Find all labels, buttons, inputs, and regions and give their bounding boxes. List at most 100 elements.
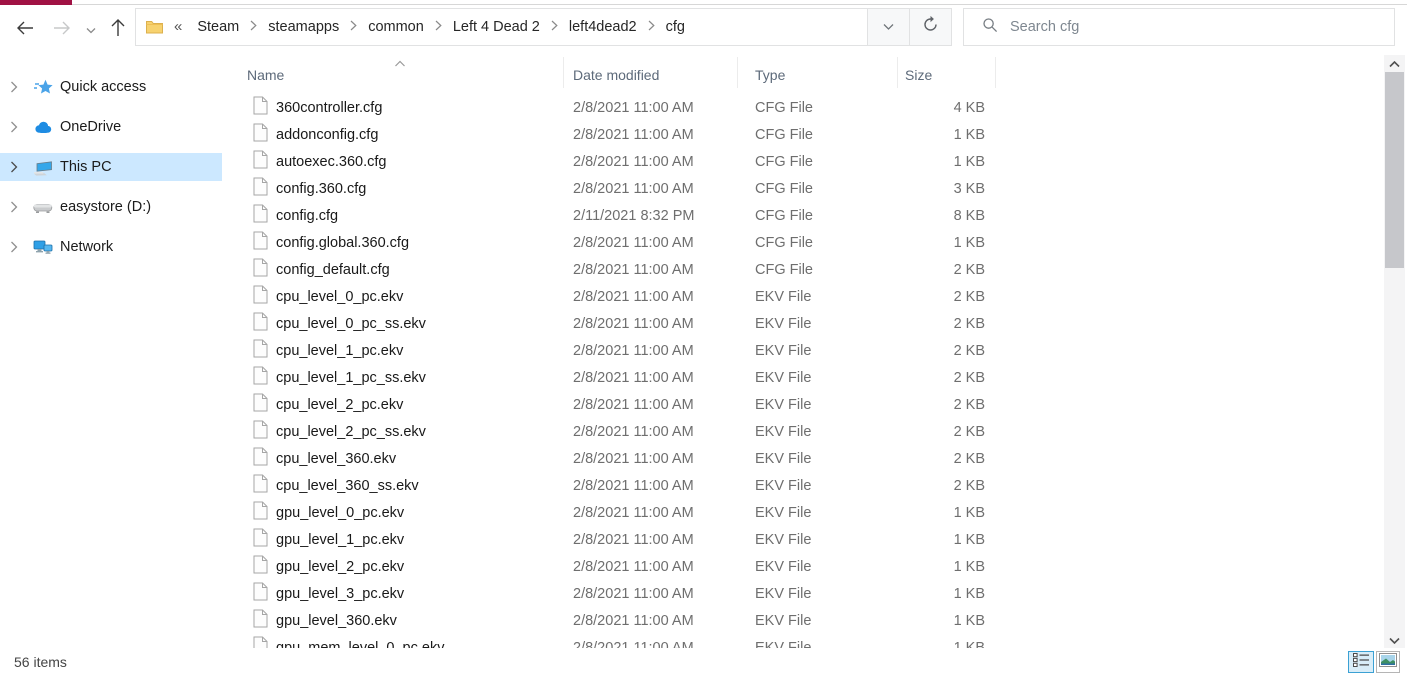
file-row[interactable]: gpu_level_3_pc.ekv 2/8/2021 11:00 AM EKV F…: [230, 580, 1383, 607]
file-name-cell: config_default.cfg: [253, 258, 390, 281]
sidebar-item-quick-access[interactable]: Quick access: [0, 73, 222, 101]
file-row[interactable]: config.360.cfg 2/8/2021 11:00 AM CFG File 3…: [230, 175, 1383, 202]
file-row[interactable]: gpu_level_360.ekv 2/8/2021 11:00 AM EKV Fi…: [230, 607, 1383, 634]
file-name-cell: cpu_level_0_pc.ekv: [253, 285, 403, 308]
file-row[interactable]: cpu_level_2_pc.ekv 2/8/2021 11:00 AM EKV F…: [230, 391, 1383, 418]
column-header-type[interactable]: Type: [737, 55, 897, 94]
expand-chevron-icon[interactable]: [10, 241, 22, 253]
column-header-label: Size: [905, 66, 933, 83]
file-size: 4 KB: [953, 99, 985, 116]
expand-chevron-icon[interactable]: [10, 161, 22, 173]
details-view-button[interactable]: [1348, 651, 1374, 673]
chevron-up-icon: [1389, 55, 1400, 73]
sidebar-item-network[interactable]: Network: [0, 233, 222, 261]
search-icon: [982, 17, 998, 38]
file-row[interactable]: cpu_level_2_pc_ss.ekv 2/8/2021 11:00 AM EK…: [230, 418, 1383, 445]
file-rows: 360controller.cfg 2/8/2021 11:00 AM CFG Fi…: [230, 94, 1383, 648]
address-bar[interactable]: «Steam steamapps common Left 4 Dead 2 left4d…: [135, 8, 868, 46]
file-date-modified: 2/11/2021 8:32 PM: [573, 207, 695, 224]
file-size: 1 KB: [953, 531, 985, 548]
file-row[interactable]: gpu_level_1_pc.ekv 2/8/2021 11:00 AM EKV F…: [230, 526, 1383, 553]
file-type: CFG File: [755, 99, 813, 116]
breadcrumb-separator: [549, 18, 560, 36]
file-size: 2 KB: [953, 261, 985, 278]
chevron-down-icon: [883, 18, 894, 36]
file-icon: [253, 555, 268, 578]
breadcrumb-segment[interactable]: Steam: [188, 9, 248, 45]
breadcrumb-segment[interactable]: Left 4 Dead 2: [444, 9, 549, 45]
file-name-cell: gpu_level_360.ekv: [253, 609, 397, 632]
file-row[interactable]: cpu_level_360_ss.ekv 2/8/2021 11:00 AM EKV…: [230, 472, 1383, 499]
search-input[interactable]: [1010, 19, 1370, 35]
file-row[interactable]: addonconfig.cfg 2/8/2021 11:00 AM CFG File…: [230, 121, 1383, 148]
file-row[interactable]: cpu_level_0_pc_ss.ekv 2/8/2021 11:00 AM EK…: [230, 310, 1383, 337]
breadcrumb-segment[interactable]: cfg: [657, 9, 694, 45]
file-date-modified: 2/8/2021 11:00 AM: [573, 369, 694, 386]
column-header-date-modified[interactable]: Date modified: [563, 55, 737, 94]
file-row[interactable]: 360controller.cfg 2/8/2021 11:00 AM CFG Fi…: [230, 94, 1383, 121]
scroll-up-button[interactable]: [1384, 55, 1405, 72]
file-name: gpu_level_3_pc.ekv: [276, 585, 405, 602]
thumbnail-view-icon: [1379, 652, 1397, 672]
vertical-scrollbar[interactable]: [1384, 55, 1405, 648]
breadcrumb-segment[interactable]: common: [359, 9, 433, 45]
file-size: 3 KB: [953, 180, 985, 197]
file-row[interactable]: cpu_level_360.ekv 2/8/2021 11:00 AM EKV Fi…: [230, 445, 1383, 472]
file-type: EKV File: [755, 477, 812, 494]
expand-chevron-icon[interactable]: [10, 121, 22, 133]
file-name: addonconfig.cfg: [276, 126, 379, 143]
file-date-modified: 2/8/2021 11:00 AM: [573, 396, 694, 413]
details-view-icon: [1352, 652, 1370, 672]
breadcrumb-segment[interactable]: left4dead2: [560, 9, 646, 45]
file-type: CFG File: [755, 126, 813, 143]
sidebar-item-label: Quick access: [60, 79, 147, 95]
file-date-modified: 2/8/2021 11:00 AM: [573, 315, 694, 332]
chevron-right-icon: [350, 18, 357, 36]
column-header-size[interactable]: Size: [897, 55, 995, 94]
file-name-cell: config.cfg: [253, 204, 338, 227]
forward-button[interactable]: [47, 15, 77, 45]
breadcrumb-collapse-indicator[interactable]: «: [164, 18, 188, 37]
file-type: EKV File: [755, 639, 812, 649]
sidebar-item-this-pc[interactable]: This PC: [0, 153, 222, 181]
scrollbar-thumb[interactable]: [1385, 72, 1404, 268]
file-type: EKV File: [755, 315, 812, 332]
address-dropdown-button[interactable]: [867, 8, 910, 46]
file-type: EKV File: [755, 585, 812, 602]
file-row[interactable]: config.cfg 2/11/2021 8:32 PM CFG File 8 KB: [230, 202, 1383, 229]
file-date-modified: 2/8/2021 11:00 AM: [573, 423, 694, 440]
file-row[interactable]: gpu_mem_level_0_pc.ekv 2/8/2021 11:00 AM E…: [230, 634, 1383, 648]
file-name-cell: cpu_level_0_pc_ss.ekv: [253, 312, 426, 335]
expand-chevron-icon[interactable]: [10, 201, 22, 213]
expand-chevron-icon[interactable]: [10, 81, 22, 93]
folder-icon: [144, 18, 164, 36]
file-row[interactable]: cpu_level_0_pc.ekv 2/8/2021 11:00 AM EKV F…: [230, 283, 1383, 310]
file-type: CFG File: [755, 153, 813, 170]
search-box[interactable]: [963, 8, 1395, 46]
file-icon: [253, 366, 268, 389]
file-row[interactable]: gpu_level_0_pc.ekv 2/8/2021 11:00 AM EKV F…: [230, 499, 1383, 526]
file-row[interactable]: config_default.cfg 2/8/2021 11:00 AM CFG F…: [230, 256, 1383, 283]
up-button[interactable]: [103, 15, 133, 45]
breadcrumb-separator: [646, 18, 657, 36]
file-icon: [253, 96, 268, 119]
file-row[interactable]: autoexec.360.cfg 2/8/2021 11:00 AM CFG Fil…: [230, 148, 1383, 175]
file-row[interactable]: config.global.360.cfg 2/8/2021 11:00 AM CF…: [230, 229, 1383, 256]
column-divider[interactable]: [995, 57, 996, 88]
recent-locations-button[interactable]: [80, 15, 102, 45]
back-button[interactable]: [10, 15, 40, 45]
file-date-modified: 2/8/2021 11:00 AM: [573, 558, 694, 575]
scroll-down-button[interactable]: [1384, 631, 1405, 648]
file-row[interactable]: gpu_level_2_pc.ekv 2/8/2021 11:00 AM EKV F…: [230, 553, 1383, 580]
file-row[interactable]: cpu_level_1_pc_ss.ekv 2/8/2021 11:00 AM EK…: [230, 364, 1383, 391]
navigation-pane: Quick access OneDrive This PC easystore (D:…: [0, 55, 222, 648]
sidebar-item-easystore[interactable]: easystore (D:): [0, 193, 222, 221]
refresh-button[interactable]: [909, 8, 952, 46]
file-date-modified: 2/8/2021 11:00 AM: [573, 477, 694, 494]
breadcrumb-separator: [348, 18, 359, 36]
breadcrumb-segment[interactable]: steamapps: [259, 9, 348, 45]
sidebar-item-onedrive[interactable]: OneDrive: [0, 113, 222, 141]
column-header-label: Name: [247, 66, 285, 83]
file-row[interactable]: cpu_level_1_pc.ekv 2/8/2021 11:00 AM EKV F…: [230, 337, 1383, 364]
large-icons-view-button[interactable]: [1376, 651, 1400, 673]
